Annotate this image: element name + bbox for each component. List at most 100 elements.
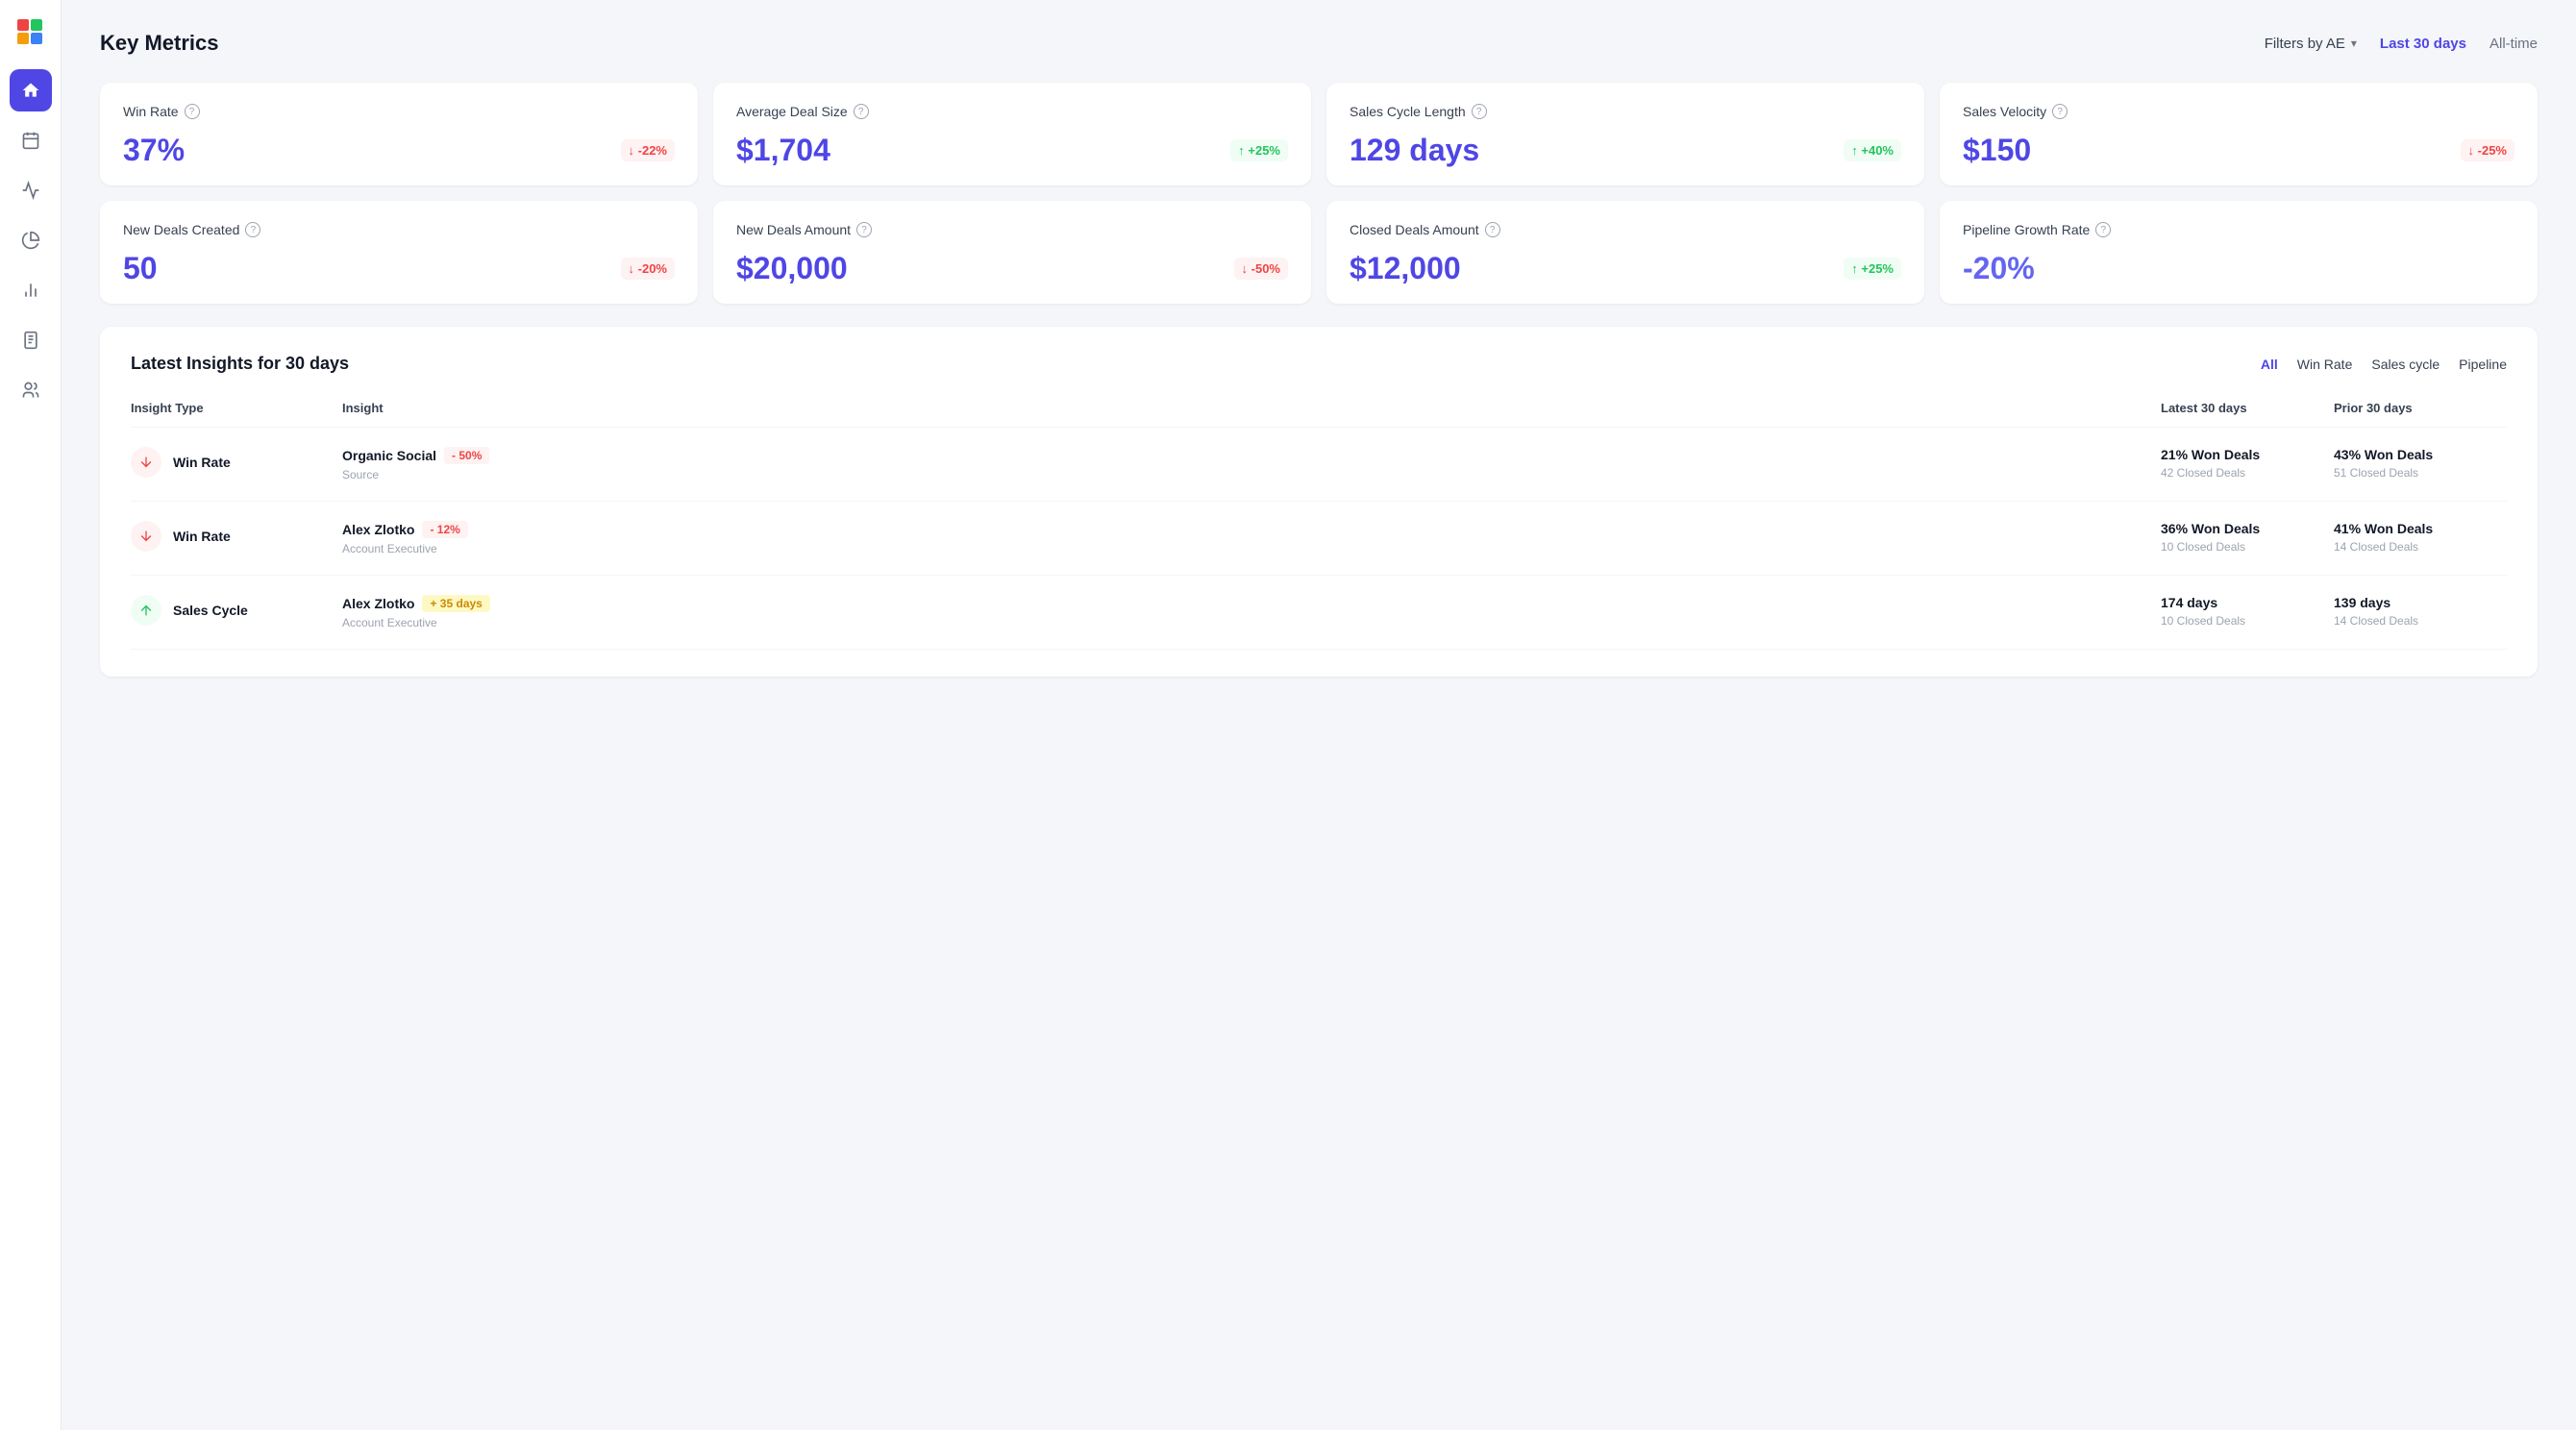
insight-row-row3: Sales Cycle Alex Zlotko + 35 days Accoun… [131,576,2507,650]
insight-sub-row1: Source [342,468,2161,481]
insight-direction-icon-row1 [131,447,161,478]
latest-primary-row3: 174 days [2161,595,2334,610]
insight-name-row3: Alex Zlotko + 35 days [342,595,2161,612]
metric-value-row-pipeline-growth-rate: -20% [1963,251,2514,286]
metric-value-row-new-deals-amount: $20,000 ↓ -50% [736,251,1288,286]
metric-card-avg-deal-size: Average Deal Size ? $1,704 ↑ +25% [713,83,1311,185]
last-30-days-button[interactable]: Last 30 days [2380,36,2466,52]
metric-card-new-deals-created: New Deals Created ? 50 ↓ -20% [100,201,698,304]
prior-cell-row3: 139 days 14 Closed Deals [2334,595,2507,628]
sidebar-item-metrics[interactable] [10,269,52,311]
insight-type-cell-row2: Win Rate [131,521,342,552]
insight-type-label-row1: Win Rate [173,455,231,470]
sidebar [0,0,62,1430]
metric-card-sales-velocity: Sales Velocity ? $150 ↓ -25% [1940,83,2538,185]
sidebar-item-home[interactable] [10,69,52,111]
insights-title: Latest Insights for 30 days [131,354,349,374]
metric-card-pipeline-growth-rate: Pipeline Growth Rate ? -20% [1940,201,2538,304]
metric-label-pipeline-growth-rate: Pipeline Growth Rate ? [1963,222,2514,237]
sidebar-item-tasks[interactable] [10,319,52,361]
metric-label-sales-velocity: Sales Velocity ? [1963,104,2514,119]
latest-sub-row1: 42 Closed Deals [2161,466,2334,480]
chevron-down-icon: ▾ [2351,37,2357,50]
metric-label-avg-deal-size: Average Deal Size ? [736,104,1288,119]
col-header-insight: Insight [342,401,2161,415]
metric-value-row-sales-velocity: $150 ↓ -25% [1963,133,2514,168]
metric-value-new-deals-created: 50 [123,251,158,286]
latest-sub-row3: 10 Closed Deals [2161,614,2334,628]
metric-value-closed-deals-amount: $12,000 [1350,251,1461,286]
filter-pipeline-button[interactable]: Pipeline [2459,357,2507,372]
insight-badge-row1: - 50% [444,447,489,464]
filters-by-ae-button[interactable]: Filters by AE ▾ [2265,36,2357,52]
help-icon-closed-deals-amount: ? [1485,222,1500,237]
insight-direction-icon-row2 [131,521,161,552]
filter-label: Filters by AE [2265,36,2345,52]
insights-section: Latest Insights for 30 days All Win Rate… [100,327,2538,677]
insights-header: Latest Insights for 30 days All Win Rate… [131,354,2507,374]
prior-cell-row2: 41% Won Deals 14 Closed Deals [2334,521,2507,554]
page-title: Key Metrics [100,31,219,56]
filter-winrate-button[interactable]: Win Rate [2297,357,2353,372]
prior-sub-row1: 51 Closed Deals [2334,466,2507,480]
insight-name-row2: Alex Zlotko - 12% [342,521,2161,538]
insight-name-row1: Organic Social - 50% [342,447,2161,464]
prior-cell-row1: 43% Won Deals 51 Closed Deals [2334,447,2507,480]
filter-all-button[interactable]: All [2261,357,2278,372]
col-header-latest: Latest 30 days [2161,401,2334,415]
help-icon-sales-velocity: ? [2052,104,2068,119]
metric-value-new-deals-amount: $20,000 [736,251,848,286]
sidebar-item-calendar[interactable] [10,119,52,161]
insight-badge-row2: - 12% [422,521,467,538]
metric-change-sales-cycle-length: ↑ +40% [1844,139,1901,161]
all-time-button[interactable]: All-time [2489,36,2538,52]
insight-content-row3: Alex Zlotko + 35 days Account Executive [342,595,2161,629]
metrics-grid-row2: New Deals Created ? 50 ↓ -20% New Deals … [100,201,2538,304]
latest-sub-row2: 10 Closed Deals [2161,540,2334,554]
metric-label-new-deals-amount: New Deals Amount ? [736,222,1288,237]
metric-value-sales-cycle-length: 129 days [1350,133,1479,168]
metric-card-new-deals-amount: New Deals Amount ? $20,000 ↓ -50% [713,201,1311,304]
insights-rows: Win Rate Organic Social - 50% Source 21%… [131,428,2507,650]
insight-type-label-row3: Sales Cycle [173,603,248,618]
help-icon-new-deals-created: ? [245,222,260,237]
metric-value-sales-velocity: $150 [1963,133,2031,168]
latest-cell-row2: 36% Won Deals 10 Closed Deals [2161,521,2334,554]
prior-primary-row1: 43% Won Deals [2334,447,2507,462]
metric-card-sales-cycle-length: Sales Cycle Length ? 129 days ↑ +40% [1326,83,1924,185]
insights-filters: All Win Rate Sales cycle Pipeline [2261,357,2507,372]
latest-cell-row1: 21% Won Deals 42 Closed Deals [2161,447,2334,480]
page-header: Key Metrics Filters by AE ▾ Last 30 days… [100,31,2538,56]
metric-value-row-sales-cycle-length: 129 days ↑ +40% [1350,133,1901,168]
sidebar-item-analytics[interactable] [10,219,52,261]
metric-value-avg-deal-size: $1,704 [736,133,830,168]
insights-table: Insight Type Insight Latest 30 days Prio… [131,401,2507,650]
filter-salescycle-button[interactable]: Sales cycle [2371,357,2440,372]
metric-change-new-deals-amount: ↓ -50% [1234,258,1288,280]
insight-content-row1: Organic Social - 50% Source [342,447,2161,481]
header-controls: Filters by AE ▾ Last 30 days All-time [2265,36,2538,52]
metric-change-sales-velocity: ↓ -25% [2461,139,2514,161]
metric-change-closed-deals-amount: ↑ +25% [1844,258,1901,280]
insight-content-row2: Alex Zlotko - 12% Account Executive [342,521,2161,555]
metric-label-sales-cycle-length: Sales Cycle Length ? [1350,104,1901,119]
metric-change-win-rate: ↓ -22% [621,139,675,161]
help-icon-avg-deal-size: ? [854,104,869,119]
help-icon-sales-cycle-length: ? [1472,104,1487,119]
insight-type-cell-row1: Win Rate [131,447,342,478]
insight-row-row2: Win Rate Alex Zlotko - 12% Account Execu… [131,502,2507,576]
help-icon-new-deals-amount: ? [856,222,872,237]
help-icon-win-rate: ? [185,104,200,119]
metric-value-row-avg-deal-size: $1,704 ↑ +25% [736,133,1288,168]
metric-value-row-win-rate: 37% ↓ -22% [123,133,675,168]
help-icon-pipeline-growth-rate: ? [2095,222,2111,237]
insight-direction-icon-row3 [131,595,161,626]
latest-primary-row2: 36% Won Deals [2161,521,2334,536]
insight-sub-row2: Account Executive [342,542,2161,555]
sidebar-item-reports[interactable] [10,169,52,211]
col-header-type: Insight Type [131,401,342,415]
table-header: Insight Type Insight Latest 30 days Prio… [131,401,2507,428]
insight-type-cell-row3: Sales Cycle [131,595,342,626]
sidebar-item-team[interactable] [10,369,52,411]
metric-change-new-deals-created: ↓ -20% [621,258,675,280]
